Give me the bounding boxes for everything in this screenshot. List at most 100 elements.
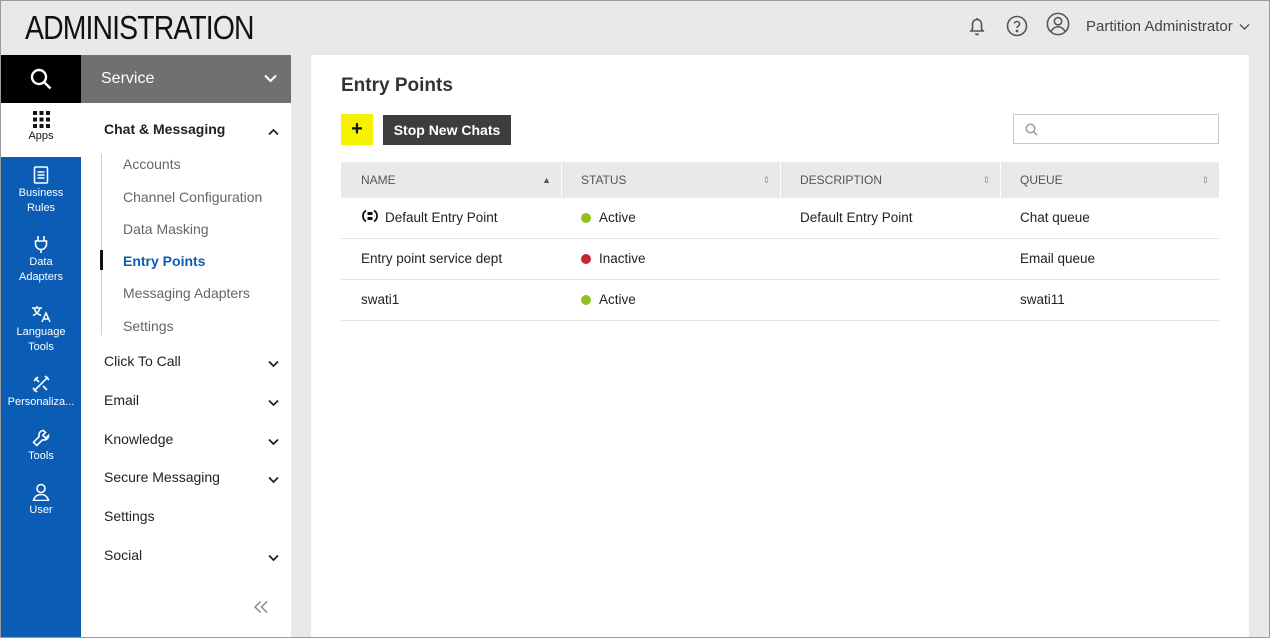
rail-item-apps[interactable]: Apps [1,103,81,157]
nav-group-email[interactable]: Email [104,392,279,408]
nav-group-secure-messaging[interactable]: Secure Messaging [104,469,279,485]
nav-group-knowledge[interactable]: Knowledge [104,431,279,447]
default-entry-point-icon [362,209,378,223]
nav-item-channel-configuration[interactable]: Channel Configuration [123,189,262,205]
nav-section-label: Service [101,70,155,87]
nav-item-messaging-adapters[interactable]: Messaging Adapters [123,285,250,301]
column-header-label: STATUS [581,173,627,187]
nav-group-label: Knowledge [104,431,174,447]
translate-icon [32,306,51,323]
nav-item-data-masking[interactable]: Data Masking [123,221,209,237]
table-row[interactable]: swati1 Active swati11 [341,280,1219,321]
nav-item-settings-sub[interactable]: Settings [123,318,174,334]
chevron-up-icon [268,123,279,139]
sort-icon: ⇕ [982,175,990,185]
app-title: ADMINISTRATION [25,9,255,46]
rail-item-tools[interactable]: Tools [1,429,81,464]
global-search-button[interactable] [1,55,81,103]
search-icon [1025,123,1038,136]
nav-group-label: Settings [104,508,155,524]
nav-item-entry-points[interactable]: Entry Points [123,253,205,269]
active-indicator [100,250,103,270]
chevron-down-icon [264,55,277,103]
rail-item-user[interactable]: User [1,483,81,518]
rail-item-label: Data [29,256,53,268]
cell-status: Inactive [581,239,646,279]
chevron-down-icon [1239,23,1250,30]
rail-item-personalization[interactable]: Personaliza... [1,375,81,410]
rail-item-label: Apps [28,130,54,142]
cell-status-text: Active [599,210,636,225]
rail-item-language-tools[interactable]: Language Tools [1,305,81,355]
cell-queue: Chat queue [1020,210,1090,225]
user-circle-icon[interactable] [1046,12,1072,38]
nav-group-label: Social [104,547,143,563]
main-panel: Entry Points + Stop New Chats NAME ▲ STA… [311,55,1249,637]
cell-status: Active [581,198,636,238]
column-header-status[interactable]: STATUS ⇕ [561,162,780,198]
column-header-queue[interactable]: QUEUE ⇕ [1000,162,1219,198]
person-icon [32,483,50,501]
rail-item-label: Language [16,326,66,338]
table-row[interactable]: Default Entry Point Active Default Entry… [341,198,1219,239]
nav-item-accounts[interactable]: Accounts [123,156,181,172]
status-inactive-dot [581,254,591,264]
cell-status-text: Inactive [599,251,646,266]
nav-group-social[interactable]: Social [104,547,279,563]
column-header-name[interactable]: NAME ▲ [341,162,561,198]
search-input[interactable] [1046,119,1211,139]
nav-group-chat-messaging[interactable]: Chat & Messaging [104,121,279,137]
help-icon[interactable] [1005,14,1029,38]
cell-name: Default Entry Point [361,198,498,238]
nav-group-settings[interactable]: Settings [104,508,279,524]
cell-queue: Email queue [1020,251,1096,266]
cell-description: Default Entry Point [800,210,913,225]
cell-name: Entry point service dept [361,251,503,266]
user-menu[interactable]: Partition Administrator [1086,18,1250,35]
personalization-icon [32,375,50,393]
wrench-icon [32,429,50,447]
rail-item-label: Tools [28,341,54,353]
chevron-down-icon [268,549,279,565]
submenu-guide-line [101,154,102,335]
search-field[interactable] [1013,114,1219,144]
chevron-down-icon [268,433,279,449]
chevron-down-icon [268,471,279,487]
sort-icon: ⇕ [762,175,770,185]
rail-item-business-rules[interactable]: Business Rules [1,166,81,216]
rail-item-label: Rules [26,202,56,214]
status-active-dot [581,295,591,305]
chevron-down-icon [268,394,279,410]
cell-name: swati1 [361,292,400,307]
column-header-description[interactable]: DESCRIPTION ⇕ [780,162,1000,198]
cell-status: Active [581,280,636,320]
nav-group-label: Secure Messaging [104,469,220,485]
table-row[interactable]: Entry point service dept Inactive Email … [341,239,1219,280]
nav-group-label: Email [104,392,140,408]
stop-new-chats-button[interactable]: Stop New Chats [383,115,511,145]
nav-group-click-to-call[interactable]: Click To Call [104,353,279,369]
search-icon [30,68,52,90]
add-button[interactable]: + [341,114,373,145]
chevron-down-icon [268,355,279,371]
user-name-label: Partition Administrator [1086,18,1233,35]
column-header-label: NAME [361,173,396,187]
rail-item-data-adapters[interactable]: Data Adapters [1,235,81,285]
column-header-label: DESCRIPTION [800,173,883,187]
rail-item-label: Adapters [18,271,64,283]
collapse-nav-button[interactable] [253,600,269,619]
document-icon [33,166,49,184]
top-header: ADMINISTRATION Partition Administrator [1,1,1269,55]
entry-points-table: NAME ▲ STATUS ⇕ DESCRIPTION ⇕ QUEUE ⇕ De… [341,162,1219,321]
cell-queue: swati11 [1020,292,1065,307]
rail-item-label: Personaliza... [7,396,75,408]
cell-name-text: Default Entry Point [385,210,498,225]
column-header-label: QUEUE [1020,173,1063,187]
rail-item-label: Tools [28,450,54,462]
rail-item-label: Business [18,187,64,199]
sort-icon: ⇕ [1201,175,1209,185]
bell-icon[interactable] [965,14,989,38]
double-chevron-left-icon [253,600,268,614]
page-title: Entry Points [341,75,453,96]
nav-section-dropdown[interactable]: Service [81,55,291,103]
